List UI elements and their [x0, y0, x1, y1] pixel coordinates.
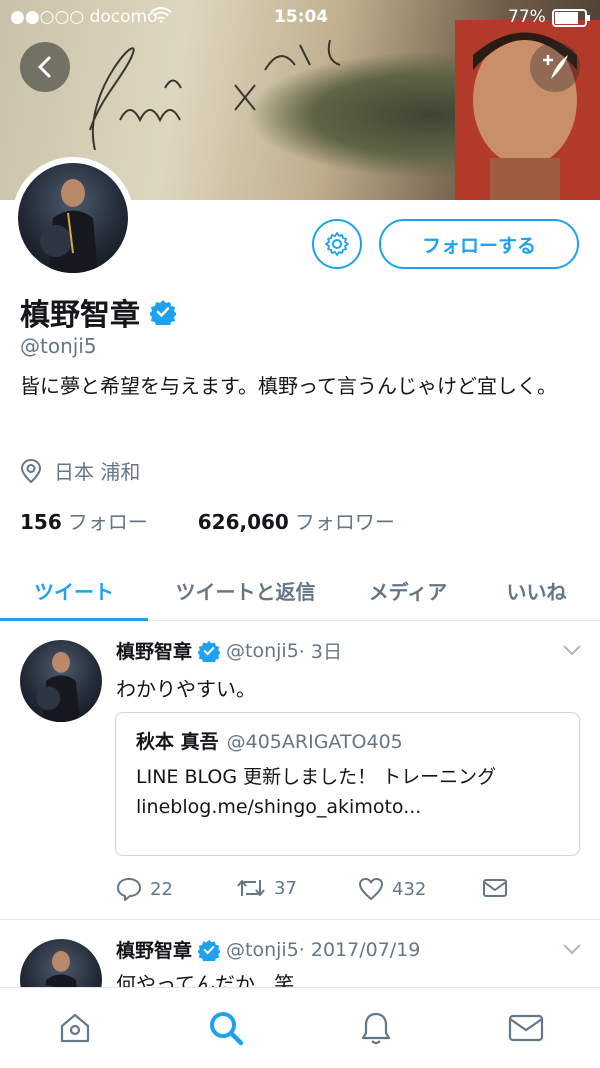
tweet-text: 何やってんだか...笑: [116, 972, 295, 987]
profile-handle: @tonji5: [20, 334, 97, 358]
tab-media[interactable]: メディア: [343, 560, 473, 620]
back-button[interactable]: [20, 42, 70, 92]
envelope-icon: [483, 879, 507, 897]
dm-action[interactable]: [482, 877, 508, 899]
profile-tabs: ツイート ツイートと返信 メディア いいね: [0, 560, 600, 621]
profile-avatar[interactable]: [12, 157, 134, 279]
follow-button[interactable]: フォローする: [379, 219, 579, 269]
profile-stats: 156 フォロー 626,060 フォロワー: [20, 506, 395, 535]
tweet-item[interactable]: 槙野智章 @tonji5 · 2017/07/19 何やってんだか...笑: [0, 920, 600, 987]
following-count: 156: [20, 510, 62, 534]
quoted-tweet-header: 秋本 真吾 @405ARIGATO405: [136, 727, 559, 754]
followers-label: フォロワー: [294, 510, 395, 534]
quoted-author-handle: @405ARIGATO405: [226, 731, 403, 753]
carrier-label: ●●○○○ docomo: [10, 7, 158, 27]
search-icon: [210, 1012, 244, 1046]
tweet-author-handle: @tonji5: [226, 938, 299, 961]
chevron-left-icon: [37, 56, 51, 78]
verified-badge-icon: [198, 640, 221, 662]
tweet-author-handle: @tonji5: [226, 639, 299, 662]
followers-stat[interactable]: 626,060 フォロワー: [198, 506, 395, 535]
tweet-timestamp: · 2017/07/19: [298, 938, 421, 961]
quoted-author-name: 秋本 真吾: [136, 731, 219, 753]
clock: 15:04: [274, 7, 329, 27]
search-tab[interactable]: [208, 1010, 244, 1046]
followers-count: 626,060: [197, 510, 289, 534]
messages-tab[interactable]: [508, 1010, 544, 1046]
following-label: フォロー: [67, 510, 148, 534]
following-stat[interactable]: 156 フォロー: [20, 506, 148, 535]
home-tab[interactable]: [57, 1010, 93, 1046]
profile-location: 日本 浦和: [20, 456, 140, 485]
tab-tweets[interactable]: ツイート: [0, 560, 148, 621]
home-icon: [60, 1013, 90, 1043]
reply-icon: [117, 878, 141, 901]
like-count: 432: [392, 878, 427, 900]
profile-bio: 皆に夢と希望を与えます。槙野って言うんじゃけど宜しく。: [20, 374, 557, 398]
mail-icon: [508, 1014, 544, 1042]
profile-name-row: 槙野智章: [20, 290, 176, 334]
like-action[interactable]: 432: [358, 877, 426, 901]
reply-count: 22: [150, 878, 173, 900]
tweet-author-name: 槙野智章: [116, 940, 193, 962]
quoted-tweet-text: LINE BLOG 更新しました！ トレーニング lineblog.me/shi…: [136, 766, 497, 818]
gear-icon: [325, 232, 349, 256]
wifi-icon: [150, 7, 172, 28]
verified-badge-icon: [198, 939, 221, 961]
quoted-tweet[interactable]: 秋本 真吾 @405ARIGATO405 LINE BLOG 更新しました！ トレ…: [115, 712, 580, 856]
compose-icon: [543, 55, 568, 79]
location-pin-icon: [20, 458, 42, 483]
tweet-avatar[interactable]: [20, 939, 102, 987]
tweet-header: 槙野智章 @tonji5 · 3日: [116, 637, 342, 664]
tweet-item[interactable]: 槙野智章 @tonji5 · 3日 わかりやすい。 秋本 真吾 @405ARIGA…: [0, 621, 600, 920]
retweet-count: 37: [274, 877, 297, 899]
notifications-tab[interactable]: [358, 1010, 394, 1046]
status-bar: ●●○○○ docomo 15:04 77%: [0, 0, 600, 34]
heart-icon: [359, 878, 383, 900]
tweet-author-name: 槙野智章: [116, 641, 193, 663]
settings-button[interactable]: [312, 219, 362, 269]
profile-name: 槙野智章: [20, 298, 140, 333]
battery-percent: 77%: [508, 7, 546, 27]
compose-button[interactable]: [530, 42, 580, 92]
tweet-timestamp: · 3日: [298, 641, 342, 663]
bottom-tab-bar: [0, 987, 600, 1068]
location-text: 日本 浦和: [54, 460, 141, 484]
chevron-down-icon[interactable]: [562, 942, 582, 956]
tweet-actions: 22 37 432: [116, 877, 516, 907]
chevron-down-icon[interactable]: [562, 643, 582, 657]
verified-badge-icon: [150, 300, 176, 325]
retweet-action[interactable]: 37: [236, 877, 297, 899]
tweet-header: 槙野智章 @tonji5 · 2017/07/19: [116, 936, 420, 963]
tweet-avatar[interactable]: [20, 640, 102, 722]
tab-tweets-and-replies[interactable]: ツイートと返信: [148, 560, 343, 620]
battery-icon: [552, 9, 592, 32]
retweet-icon: [237, 880, 265, 896]
tab-likes[interactable]: いいね: [473, 560, 600, 620]
reply-action[interactable]: 22: [116, 877, 173, 901]
tweet-text: わかりやすい。: [116, 677, 256, 701]
bell-icon: [361, 1012, 391, 1045]
